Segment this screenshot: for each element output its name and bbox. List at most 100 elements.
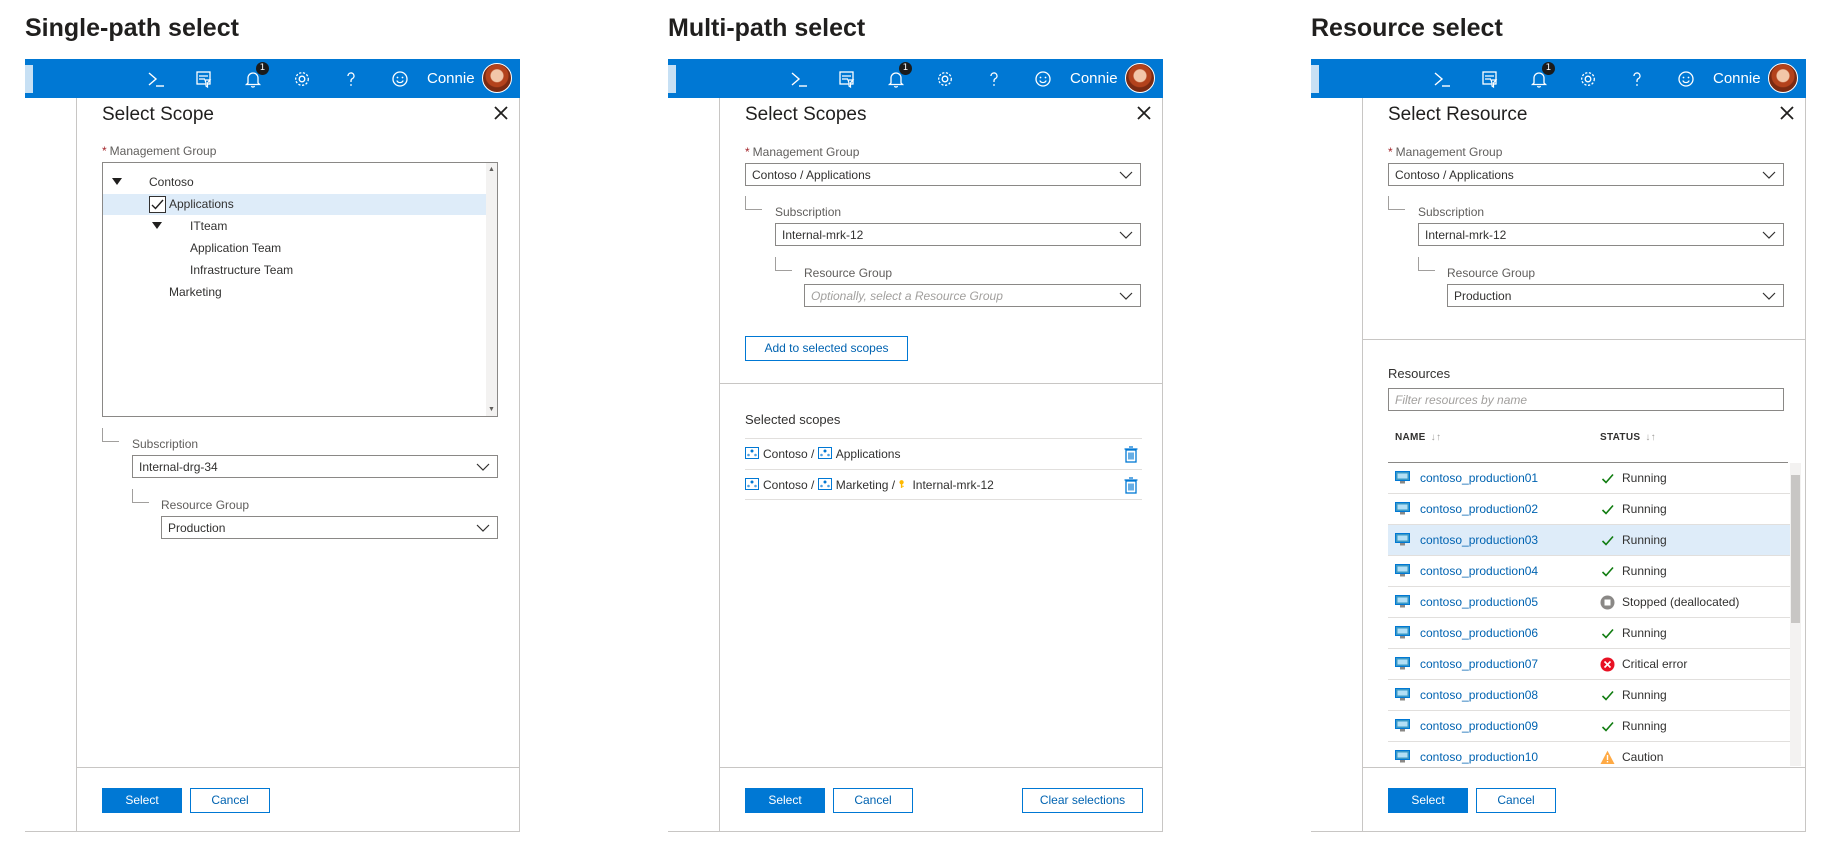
table-row[interactable]: contoso_production09 Running (1388, 711, 1790, 742)
close-icon[interactable] (1775, 101, 1799, 125)
help-icon[interactable] (1624, 66, 1650, 92)
settings-gear-icon[interactable] (1575, 66, 1601, 92)
select-resource-panel: Select Resource * Management Group Contos… (1362, 98, 1806, 832)
hamburger-edge[interactable] (668, 65, 676, 93)
cancel-button[interactable]: Cancel (190, 788, 270, 813)
help-icon[interactable] (981, 66, 1007, 92)
checkbox-checked-icon[interactable] (149, 196, 166, 213)
footer-divider (77, 767, 519, 768)
scope-part: Contoso (763, 447, 808, 461)
table-row[interactable]: contoso_production02 Running (1388, 494, 1790, 525)
tree-item-infrastructure-team[interactable]: Infrastructure Team (103, 260, 486, 281)
resource-name-link[interactable]: contoso_production04 (1420, 556, 1538, 586)
notifications-bell-icon[interactable]: 1 (1526, 62, 1555, 92)
grid-scrollbar[interactable] (1790, 463, 1801, 766)
table-row[interactable]: contoso_production06 Running (1388, 618, 1790, 649)
avatar[interactable] (1125, 63, 1155, 93)
subscription-dropdown[interactable]: Internal-mrk-12 (775, 223, 1141, 246)
subscription-dropdown[interactable]: Internal-mrk-12 (1418, 223, 1784, 246)
notifications-bell-icon[interactable]: 1 (883, 62, 912, 92)
table-row[interactable]: contoso_production08 Running (1388, 680, 1790, 711)
table-row[interactable]: contoso_production01 Running (1388, 463, 1790, 494)
sort-icon[interactable]: ↓↑ (1431, 432, 1442, 443)
management-group-dropdown[interactable]: Contoso / Applications (745, 163, 1141, 186)
tree-item-contoso[interactable]: Contoso (103, 172, 486, 193)
help-icon[interactable] (338, 66, 364, 92)
cloud-shell-icon[interactable] (143, 66, 169, 92)
cancel-button[interactable]: Cancel (833, 788, 913, 813)
resource-name-link[interactable]: contoso_production01 (1420, 463, 1538, 493)
table-row[interactable]: contoso_production07 Critical error (1388, 649, 1790, 680)
subscription-dropdown[interactable]: Internal-drg-34 (132, 455, 498, 478)
sort-icon[interactable]: ↓↑ (1645, 432, 1656, 443)
close-icon[interactable] (1132, 101, 1156, 125)
management-group-tree[interactable]: Contoso Applications ITteam Application … (102, 162, 498, 417)
feedback-smiley-icon[interactable] (1030, 66, 1056, 92)
caret-down-icon[interactable] (152, 222, 162, 229)
table-row[interactable]: contoso_production04 Running (1388, 556, 1790, 587)
table-row[interactable]: contoso_production03 Running (1388, 525, 1790, 556)
table-row[interactable]: contoso_production10 Caution (1388, 742, 1790, 766)
running-check-icon (1601, 535, 1614, 546)
resource-name-link[interactable]: contoso_production05 (1420, 587, 1538, 617)
tree-item-marketing[interactable]: Marketing (103, 282, 486, 303)
directory-filter-icon[interactable] (1477, 66, 1503, 92)
resource-name-link[interactable]: contoso_production02 (1420, 494, 1538, 524)
tree-item-applications[interactable]: Applications (103, 194, 486, 215)
add-to-selected-scopes-button[interactable]: Add to selected scopes (745, 336, 908, 361)
tree-scrollbar[interactable]: ▲ ▼ (486, 163, 497, 416)
running-check-icon (1601, 690, 1614, 701)
filter-resources-input[interactable]: Filter resources by name (1388, 388, 1784, 411)
resource-group-dropdown[interactable]: Production (161, 516, 498, 539)
user-name[interactable]: Connie (1070, 70, 1118, 87)
close-icon[interactable] (489, 101, 513, 125)
feedback-smiley-icon[interactable] (387, 66, 413, 92)
resource-group-dropdown[interactable]: Optionally, select a Resource Group (804, 284, 1141, 307)
directory-filter-icon[interactable] (191, 66, 217, 92)
scroll-up-icon[interactable]: ▲ (488, 166, 495, 173)
column-header-status[interactable]: STATUS ↓↑ (1600, 432, 1656, 443)
avatar[interactable] (482, 63, 512, 93)
hamburger-edge[interactable] (1311, 65, 1319, 93)
trash-icon[interactable] (1124, 446, 1138, 463)
chevron-down-icon (1119, 292, 1133, 300)
resource-name-link[interactable]: contoso_production06 (1420, 618, 1538, 648)
column-header-name[interactable]: NAME ↓↑ (1395, 432, 1441, 443)
user-name[interactable]: Connie (1713, 70, 1761, 87)
directory-filter-icon[interactable] (834, 66, 860, 92)
settings-gear-icon[interactable] (289, 66, 315, 92)
tree-item-application-team[interactable]: Application Team (103, 238, 486, 259)
resource-name-link[interactable]: contoso_production09 (1420, 711, 1538, 741)
chevron-down-icon (1762, 231, 1776, 239)
resource-group-dropdown[interactable]: Production (1447, 284, 1784, 307)
select-button[interactable]: Select (745, 788, 825, 813)
user-name[interactable]: Connie (427, 70, 475, 87)
dropdown-value: Internal-drg-34 (139, 460, 218, 474)
feedback-smiley-icon[interactable] (1673, 66, 1699, 92)
management-group-dropdown[interactable]: Contoso / Applications (1388, 163, 1784, 186)
cancel-button[interactable]: Cancel (1476, 788, 1556, 813)
cloud-shell-icon[interactable] (1429, 66, 1455, 92)
settings-gear-icon[interactable] (932, 66, 958, 92)
avatar[interactable] (1768, 63, 1798, 93)
select-button[interactable]: Select (1388, 788, 1468, 813)
select-button[interactable]: Select (102, 788, 182, 813)
resource-name-link[interactable]: contoso_production07 (1420, 649, 1538, 679)
trash-icon[interactable] (1124, 477, 1138, 494)
caret-down-icon[interactable] (112, 178, 122, 185)
notifications-bell-icon[interactable]: 1 (240, 62, 269, 92)
cloud-shell-icon[interactable] (786, 66, 812, 92)
dropdown-value: Contoso / Applications (1395, 168, 1514, 182)
tree-item-itteam[interactable]: ITteam (103, 216, 486, 237)
resource-name-link[interactable]: contoso_production03 (1420, 525, 1538, 555)
clear-selections-button[interactable]: Clear selections (1022, 788, 1143, 813)
scrollbar-thumb[interactable] (1791, 475, 1800, 623)
subscription-label: Subscription (1418, 205, 1485, 219)
hamburger-edge[interactable] (25, 65, 33, 93)
chevron-down-icon (476, 463, 490, 471)
scroll-down-icon[interactable]: ▼ (488, 406, 495, 413)
resource-name-link[interactable]: contoso_production08 (1420, 680, 1538, 710)
chevron-down-icon (1119, 171, 1133, 179)
resource-name-link[interactable]: contoso_production10 (1420, 742, 1538, 766)
table-row[interactable]: contoso_production05 Stopped (deallocated… (1388, 587, 1790, 618)
